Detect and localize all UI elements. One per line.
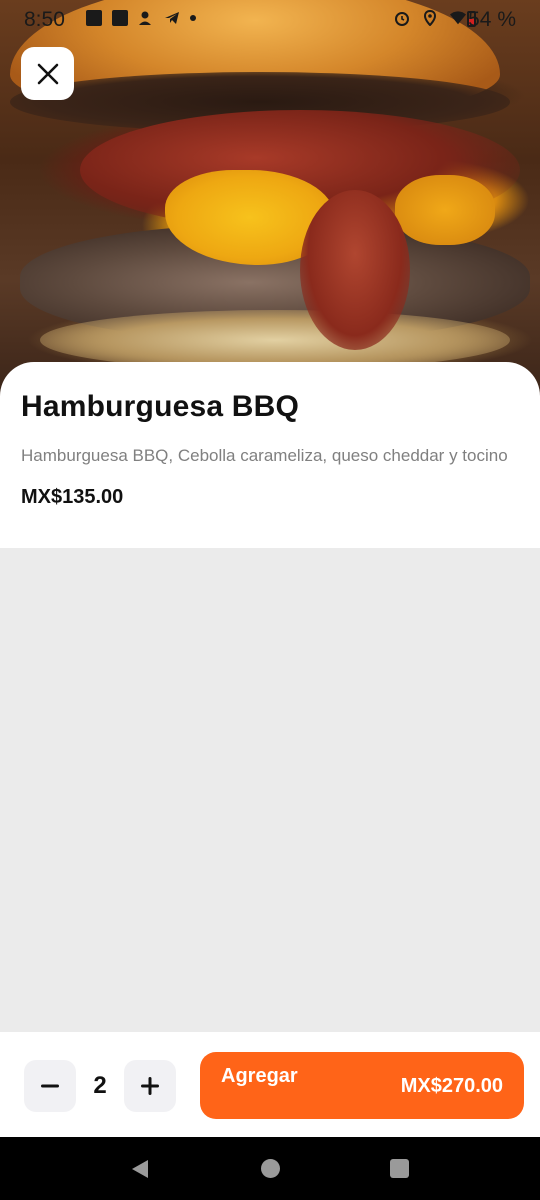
add-to-cart-button[interactable]: Agregar MX$270.00 <box>200 1052 524 1119</box>
notification-icons <box>86 10 196 26</box>
status-time: 8:50 <box>24 8 65 31</box>
battery-percent: 54 % <box>468 8 516 31</box>
facebook-icon <box>86 10 102 26</box>
facebook-icon-2 <box>112 10 128 26</box>
person-add-icon <box>139 11 151 25</box>
nav-home-icon[interactable] <box>261 1159 280 1178</box>
alarm-icon <box>395 12 409 26</box>
close-button[interactable] <box>21 47 74 100</box>
product-image <box>0 0 540 400</box>
add-button-label: Agregar <box>221 1065 298 1087</box>
quantity-value: 2 <box>93 1072 107 1099</box>
product-description: Hamburguesa BBQ, Cebolla carameliza, que… <box>21 446 508 465</box>
minus-icon <box>41 1084 59 1088</box>
nav-back-icon[interactable] <box>130 1159 150 1179</box>
increase-quantity-button[interactable] <box>124 1060 176 1112</box>
more-dot-icon <box>190 15 196 21</box>
product-info-card: Hamburguesa BBQ Hamburguesa BBQ, Cebolla… <box>0 362 540 548</box>
bottom-action-bar: 2 Agregar MX$270.00 <box>0 1032 540 1137</box>
system-icons <box>394 10 466 26</box>
close-icon <box>37 63 58 84</box>
add-button-total: MX$270.00 <box>400 1075 503 1097</box>
product-title: Hamburguesa BBQ <box>21 390 300 423</box>
bacon-shape-2 <box>300 190 410 350</box>
location-icon <box>423 10 437 26</box>
nav-recent-icon[interactable] <box>390 1159 409 1178</box>
plus-icon <box>141 1077 159 1095</box>
system-nav-bar <box>0 1137 540 1200</box>
telegram-icon <box>165 12 179 24</box>
wifi-icon <box>450 11 466 25</box>
onion-shape <box>40 310 510 370</box>
decrease-quantity-button[interactable] <box>24 1060 76 1112</box>
status-bar: 8:50 54 % <box>0 0 540 40</box>
cheese-shape-2 <box>395 175 495 245</box>
product-price: MX$135.00 <box>21 486 124 508</box>
